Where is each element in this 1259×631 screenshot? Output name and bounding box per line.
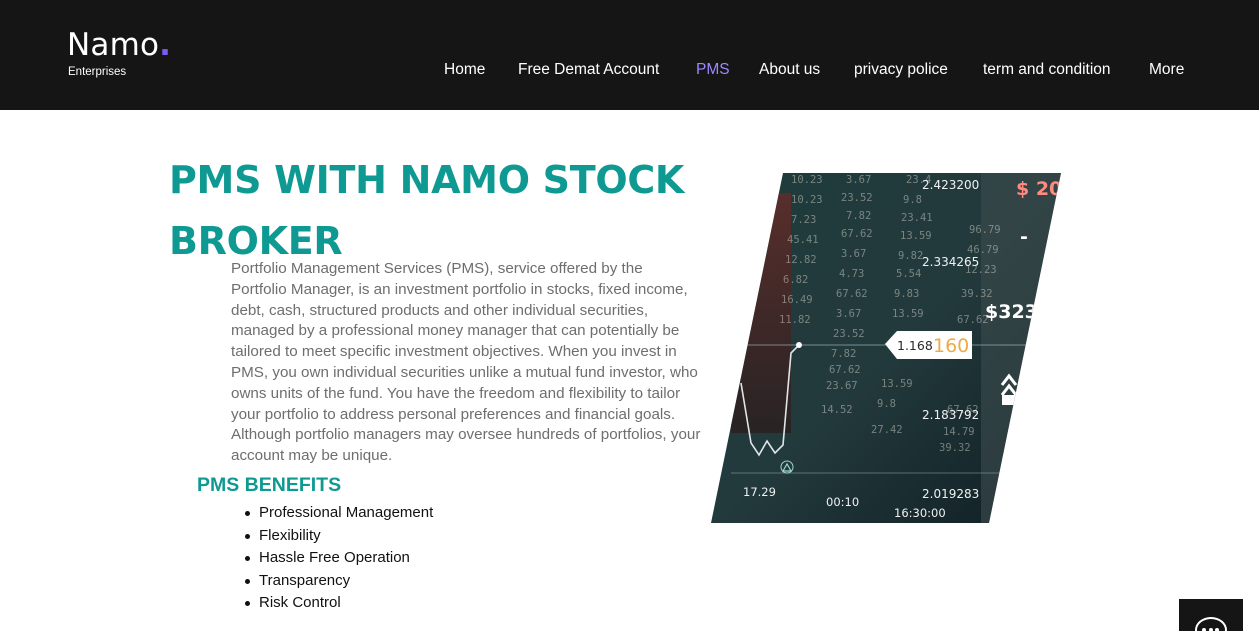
svg-text:6.82: 6.82 bbox=[783, 274, 808, 286]
benefits-heading: PMS BENEFITS bbox=[197, 474, 342, 496]
chat-bubble-icon bbox=[1195, 617, 1227, 631]
svg-text:10.23: 10.23 bbox=[791, 194, 823, 206]
stock-market-image: 10.23 3.67 23.4 10.23 23.52 9.8 7.23 7.82 23.4… bbox=[711, 173, 1061, 523]
main-nav: Home Free Demat Account PMS About us pri… bbox=[0, 61, 1259, 81]
tick-label: 2.019283 bbox=[922, 487, 979, 501]
svg-text:13.59: 13.59 bbox=[881, 378, 913, 390]
svg-text:11.82: 11.82 bbox=[779, 314, 811, 326]
tick-label: 2.334265 bbox=[922, 255, 979, 269]
benefit-item: Risk Control bbox=[244, 592, 433, 615]
svg-text:39.32: 39.32 bbox=[939, 442, 971, 454]
svg-text:39.32: 39.32 bbox=[961, 288, 993, 300]
tag-value: 160 bbox=[933, 335, 969, 357]
svg-text:13.59: 13.59 bbox=[892, 308, 924, 320]
svg-text:23.52: 23.52 bbox=[841, 192, 873, 204]
svg-text:45.41: 45.41 bbox=[787, 234, 819, 246]
svg-text:12.82: 12.82 bbox=[785, 254, 817, 266]
svg-text:7.82: 7.82 bbox=[831, 348, 856, 360]
benefit-item: Hassle Free Operation bbox=[244, 547, 433, 570]
nav-item-free-demat-account[interactable]: Free Demat Account bbox=[518, 61, 659, 79]
svg-text:3.67: 3.67 bbox=[846, 174, 871, 186]
tick-label: 2.423200 bbox=[922, 178, 979, 192]
svg-text:7.82: 7.82 bbox=[846, 210, 871, 222]
svg-text:9.8: 9.8 bbox=[903, 194, 922, 206]
svg-text:9.8: 9.8 bbox=[877, 398, 896, 410]
svg-text:67.62: 67.62 bbox=[957, 314, 989, 326]
svg-text:13.59: 13.59 bbox=[900, 230, 932, 242]
nav-item-home[interactable]: Home bbox=[444, 61, 485, 79]
svg-text:10.23: 10.23 bbox=[791, 174, 823, 186]
svg-text:23.67: 23.67 bbox=[826, 380, 858, 392]
benefit-item: Professional Management bbox=[244, 502, 433, 525]
price-label: $ 20 bbox=[1016, 178, 1061, 200]
site-header: Namo. Enterprises Home Free Demat Accoun… bbox=[0, 0, 1259, 110]
svg-text:96.79: 96.79 bbox=[969, 224, 1001, 236]
svg-text:7.23: 7.23 bbox=[791, 214, 816, 226]
svg-text:4.73: 4.73 bbox=[839, 268, 864, 280]
price-label: $3234 bbox=[985, 301, 1051, 323]
svg-text:67.62: 67.62 bbox=[836, 288, 868, 300]
svg-text:23.52: 23.52 bbox=[833, 328, 865, 340]
svg-text:23.41: 23.41 bbox=[901, 212, 933, 224]
svg-text:14.52: 14.52 bbox=[821, 404, 853, 416]
nav-item-term-and-condition[interactable]: term and condition bbox=[983, 61, 1111, 79]
svg-text:67.62: 67.62 bbox=[829, 364, 861, 376]
time-label: 17.29 bbox=[743, 485, 776, 499]
logo-name: Namo. bbox=[67, 27, 172, 63]
benefits-list: Professional Management Flexibility Hass… bbox=[244, 502, 433, 615]
page-title: PMS WITH NAMO STOCK BROKER bbox=[169, 158, 685, 263]
svg-text:3.67: 3.67 bbox=[836, 308, 861, 320]
nav-item-more[interactable]: More bbox=[1149, 61, 1184, 79]
dash-label: - bbox=[1020, 226, 1028, 248]
logo-dot: . bbox=[159, 27, 172, 63]
time-label: 16:30:00 bbox=[894, 506, 946, 520]
benefit-item: Flexibility bbox=[244, 525, 433, 548]
tick-label: 2.183792 bbox=[922, 408, 979, 422]
svg-text:3.67: 3.67 bbox=[841, 248, 866, 260]
pms-description: Portfolio Management Services (PMS), ser… bbox=[231, 260, 701, 465]
chat-widget-button[interactable] bbox=[1179, 599, 1243, 631]
time-label: 00:10 bbox=[826, 495, 859, 509]
nav-item-pms[interactable]: PMS bbox=[696, 61, 730, 79]
tag-value: 1.168 bbox=[897, 338, 933, 353]
svg-text:67.62: 67.62 bbox=[841, 228, 873, 240]
svg-text:16.49: 16.49 bbox=[781, 294, 813, 306]
svg-text:9.83: 9.83 bbox=[894, 288, 919, 300]
svg-text:27.42: 27.42 bbox=[871, 424, 903, 436]
svg-text:5.54: 5.54 bbox=[896, 268, 921, 280]
nav-item-about-us[interactable]: About us bbox=[759, 61, 820, 79]
benefit-item: Transparency bbox=[244, 570, 433, 593]
svg-text:14.79: 14.79 bbox=[943, 426, 975, 438]
svg-text:9.82: 9.82 bbox=[898, 250, 923, 262]
nav-item-privacy-police[interactable]: privacy police bbox=[854, 61, 948, 79]
